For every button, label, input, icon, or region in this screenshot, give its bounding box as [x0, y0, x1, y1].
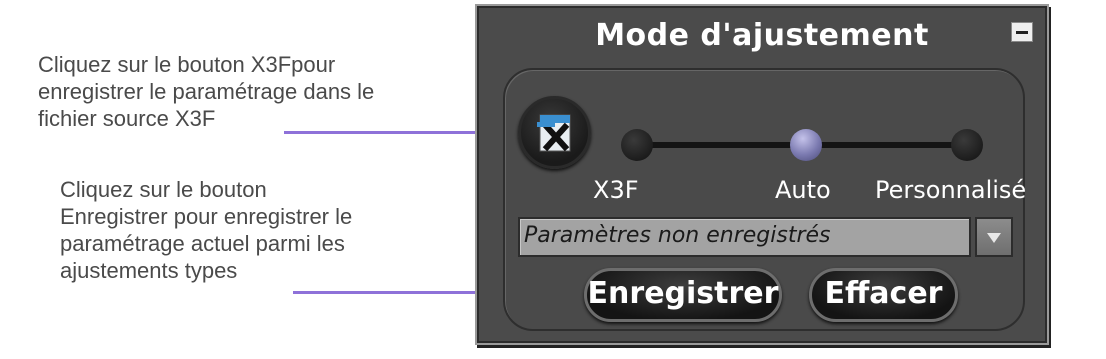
note-line: enregistrer le paramétrage dans le	[38, 79, 375, 104]
save-instruction-text: Cliquez sur le bouton Enregistrer pour e…	[60, 176, 352, 284]
note-line: ajustements types	[60, 258, 238, 283]
mode-label-x3f: X3F	[593, 176, 639, 204]
x3f-save-button[interactable]	[518, 96, 591, 169]
mode-label-auto: Auto	[775, 176, 831, 204]
note-line: Cliquez sur le bouton X3Fpour	[38, 52, 336, 77]
panel-title: Mode d'ajustement	[595, 18, 929, 53]
chevron-down-icon[interactable]	[975, 217, 1013, 257]
mode-label-personnalise: Personnalisé	[875, 176, 1027, 204]
mode-stop-x3f[interactable]	[621, 129, 653, 161]
note-line: Enregistrer pour enregistrer le	[60, 204, 353, 229]
note-line: Cliquez sur le bouton	[60, 177, 267, 202]
clear-button[interactable]: Effacer	[809, 268, 958, 322]
mode-slider-thumb[interactable]	[790, 129, 822, 161]
minimize-icon[interactable]	[1011, 22, 1033, 42]
save-button[interactable]: Enregistrer	[584, 268, 782, 322]
preset-value: Paramètres non enregistrés	[524, 223, 831, 248]
note-line: paramétrage actuel parmi les	[60, 231, 345, 256]
preset-select[interactable]: Paramètres non enregistrés	[518, 217, 971, 257]
x3f-file-icon	[537, 114, 571, 152]
adjustment-mode-panel: Mode d'ajustement X3F Auto Personnalisé …	[475, 4, 1049, 345]
x3f-instruction-text: Cliquez sur le bouton X3Fpour enregistre…	[38, 51, 374, 132]
mode-group: X3F Auto Personnalisé Paramètres non enr…	[503, 68, 1027, 331]
mode-stop-personnalise[interactable]	[951, 129, 983, 161]
note-line: fichier source X3F	[38, 106, 216, 131]
